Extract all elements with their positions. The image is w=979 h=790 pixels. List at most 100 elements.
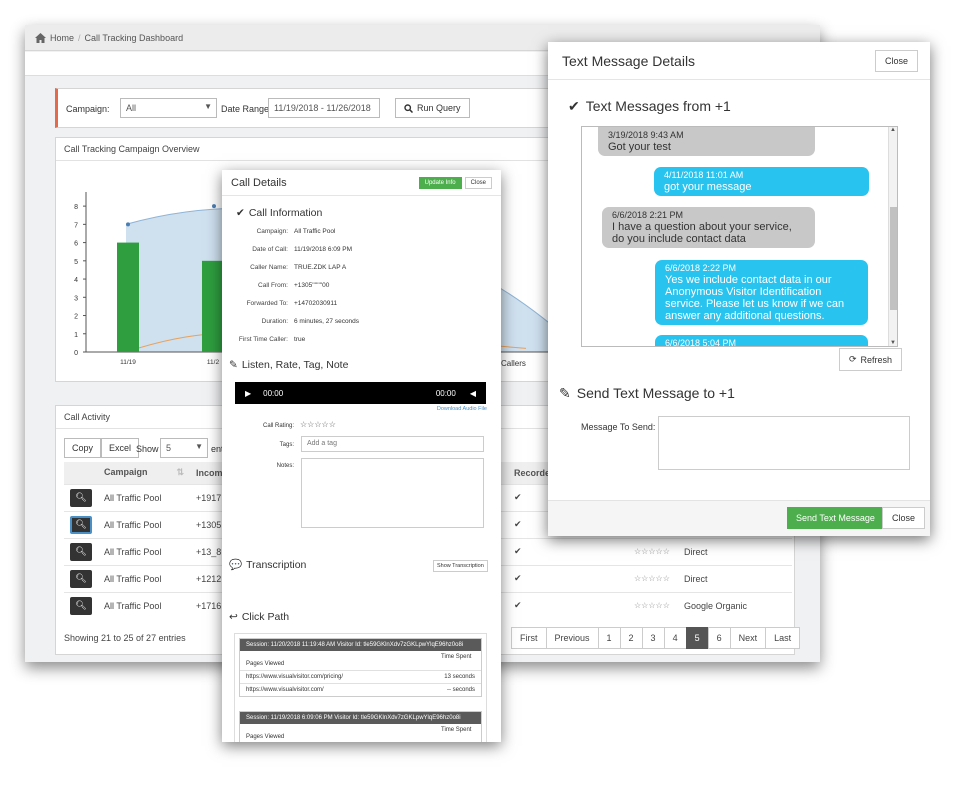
tags-label: Tags: bbox=[279, 442, 294, 448]
send-text-message-button[interactable]: Send Text Message bbox=[787, 507, 884, 529]
call-details-close-button[interactable]: Close bbox=[464, 176, 492, 189]
rating-cell[interactable]: ☆☆☆☆☆ bbox=[628, 537, 678, 565]
page-time: 13 seconds bbox=[444, 674, 475, 680]
source-cell: Direct bbox=[678, 564, 792, 592]
campaign-select[interactable]: All ▼ bbox=[120, 98, 217, 118]
search-icon: 🔍︎ bbox=[75, 519, 87, 529]
page-button[interactable]: Next bbox=[729, 627, 767, 649]
thread-scrollbar[interactable]: ▲ ▼ bbox=[888, 127, 897, 346]
y-tick-label: 3 bbox=[74, 295, 78, 302]
page-button[interactable]: 4 bbox=[663, 627, 687, 649]
rating-cell[interactable]: ☆☆☆☆☆ bbox=[628, 591, 678, 619]
page-time: -- seconds bbox=[446, 687, 475, 693]
data-point bbox=[212, 204, 216, 209]
listen-heading: ✎ Listen, Rate, Tag, Note bbox=[229, 359, 348, 371]
run-query-button[interactable]: Run Query bbox=[395, 98, 470, 118]
page-button[interactable]: Previous bbox=[545, 627, 599, 649]
scrollbar-thumb[interactable] bbox=[890, 207, 897, 310]
rating-cell[interactable]: ☆☆☆☆☆ bbox=[628, 564, 678, 592]
col-pages-viewed: Pages Viewed bbox=[246, 661, 285, 667]
page-size-select[interactable]: 5 ▼ bbox=[160, 438, 208, 458]
edit-icon: ✎ bbox=[559, 385, 571, 401]
page-size-value: 5 bbox=[166, 443, 172, 453]
col-time-spent: Time Spent bbox=[441, 727, 472, 733]
col-campaign[interactable]: Campaign ⇅ bbox=[98, 462, 190, 484]
date-range-input[interactable]: 11/19/2018 - 11/26/2018 bbox=[268, 98, 380, 118]
check-icon: ✔ bbox=[568, 98, 580, 114]
call-information-title: Call Information bbox=[248, 207, 323, 219]
campaign-cell: All Traffic Pool bbox=[98, 537, 190, 565]
page-button[interactable]: 2 bbox=[619, 627, 643, 649]
showing-entries: Showing 21 to 25 of 27 entries bbox=[64, 633, 186, 643]
show-transcription-button[interactable]: Show Transcription bbox=[433, 560, 488, 572]
text-modal-title: Text Message Details bbox=[562, 52, 696, 69]
message-thread[interactable]: 3/19/2018 9:43 AM Got your test 4/11/201… bbox=[581, 126, 898, 347]
click-path-title: Click Path bbox=[241, 611, 290, 623]
recorded-check-icon: ✔ bbox=[508, 537, 628, 565]
comment-icon: 💬 bbox=[229, 559, 243, 571]
chevron-down-icon: ▼ bbox=[195, 442, 203, 451]
home-icon[interactable] bbox=[35, 33, 46, 43]
call-info-fields: Campaign: All Traffic Pool Date of Call: 11… bbox=[222, 222, 501, 348]
info-key: Campaign: bbox=[256, 227, 288, 235]
view-cell: 🔍︎ bbox=[64, 510, 98, 538]
campaign-cell: All Traffic Pool bbox=[98, 510, 190, 538]
tags-input[interactable]: Add a tag bbox=[301, 436, 484, 452]
messages-from: Text Messages from +1 bbox=[585, 98, 731, 114]
check-icon: ✔ bbox=[236, 207, 245, 219]
scroll-down-icon[interactable]: ▼ bbox=[890, 340, 896, 346]
page-url[interactable]: https://www.visualvisitor.com/ bbox=[246, 687, 324, 693]
session-columns: Pages Viewed Time Spent bbox=[240, 724, 481, 742]
update-info-button[interactable]: Update Info bbox=[418, 176, 462, 189]
message-outgoing: 4/11/2018 11:01 AM got your message bbox=[654, 167, 869, 196]
page-button[interactable]: Last bbox=[765, 627, 801, 649]
view-call-button[interactable]: 🔍︎ bbox=[70, 488, 92, 507]
page-url[interactable]: https://www.visualvisitor.com/pricing/ bbox=[246, 674, 343, 680]
recorded-check-icon: ✔ bbox=[508, 564, 628, 592]
col-time-spent: Time Spent bbox=[441, 654, 472, 660]
excel-button[interactable]: Excel bbox=[101, 438, 140, 458]
data-point bbox=[126, 222, 130, 227]
scroll-up-icon[interactable]: ▲ bbox=[890, 127, 896, 133]
send-heading: ✎ Send Text Message to +1 bbox=[559, 385, 735, 402]
page-button[interactable]: 5 bbox=[685, 627, 709, 649]
view-call-button[interactable]: 🔍︎ bbox=[70, 569, 92, 588]
text-modal-close-button[interactable]: Close bbox=[874, 49, 918, 72]
view-call-button[interactable]: 🔍︎ bbox=[70, 515, 92, 534]
text-modal-header: Text Message Details Close bbox=[548, 42, 930, 80]
volume-icon[interactable]: ◀ bbox=[470, 389, 476, 398]
audio-current-time: 00:00 bbox=[263, 388, 284, 398]
download-audio-link[interactable]: Download Audio File bbox=[437, 406, 487, 412]
message-text: got your message bbox=[664, 181, 752, 193]
info-value: TRUE.ZDK LAP A bbox=[294, 263, 347, 271]
page-button[interactable]: 1 bbox=[597, 627, 621, 649]
view-call-button[interactable]: 🔍︎ bbox=[70, 596, 92, 615]
info-row: Forwarded To: +14702030911 bbox=[222, 294, 501, 312]
view-call-button[interactable]: 🔍︎ bbox=[70, 542, 92, 561]
footer-close-button[interactable]: Close bbox=[882, 507, 926, 529]
breadcrumb-home[interactable]: Home bbox=[50, 33, 74, 43]
search-icon bbox=[404, 103, 413, 113]
call-rating-stars[interactable]: ☆☆☆☆☆ bbox=[300, 420, 336, 429]
page-button[interactable]: First bbox=[511, 627, 547, 649]
campaign-cell: All Traffic Pool bbox=[98, 591, 190, 619]
recorded-check-icon: ✔ bbox=[508, 591, 628, 619]
call-details-modal: Call Details Update Info Close ✔ Call In… bbox=[222, 170, 501, 742]
refresh-button[interactable]: ⟳ Refresh bbox=[839, 348, 903, 371]
message-textarea[interactable] bbox=[658, 416, 910, 470]
view-cell: 🔍︎ bbox=[64, 591, 98, 619]
session-header: Session: 11/20/2018 11:19:48 AM Visitor … bbox=[240, 639, 481, 651]
y-tick-label: 8 bbox=[74, 204, 78, 211]
refresh-icon: ⟳ bbox=[849, 354, 857, 364]
page-button[interactable]: 3 bbox=[641, 627, 665, 649]
info-key: First Time Caller: bbox=[238, 335, 288, 343]
pagination: First Previous 1 2 3 4 5 6 Next Last bbox=[511, 627, 801, 649]
play-icon[interactable]: ▶ bbox=[245, 389, 251, 398]
notes-textarea[interactable] bbox=[301, 458, 484, 528]
copy-button[interactable]: Copy bbox=[64, 438, 102, 458]
view-cell: 🔍︎ bbox=[64, 564, 98, 592]
text-modal-footer: Send Text Message Close bbox=[548, 500, 930, 536]
message-incoming: 6/6/2018 2:21 PM I have a question about… bbox=[602, 207, 815, 248]
page-button[interactable]: 6 bbox=[707, 627, 731, 649]
y-tick-label: 0 bbox=[74, 350, 78, 357]
